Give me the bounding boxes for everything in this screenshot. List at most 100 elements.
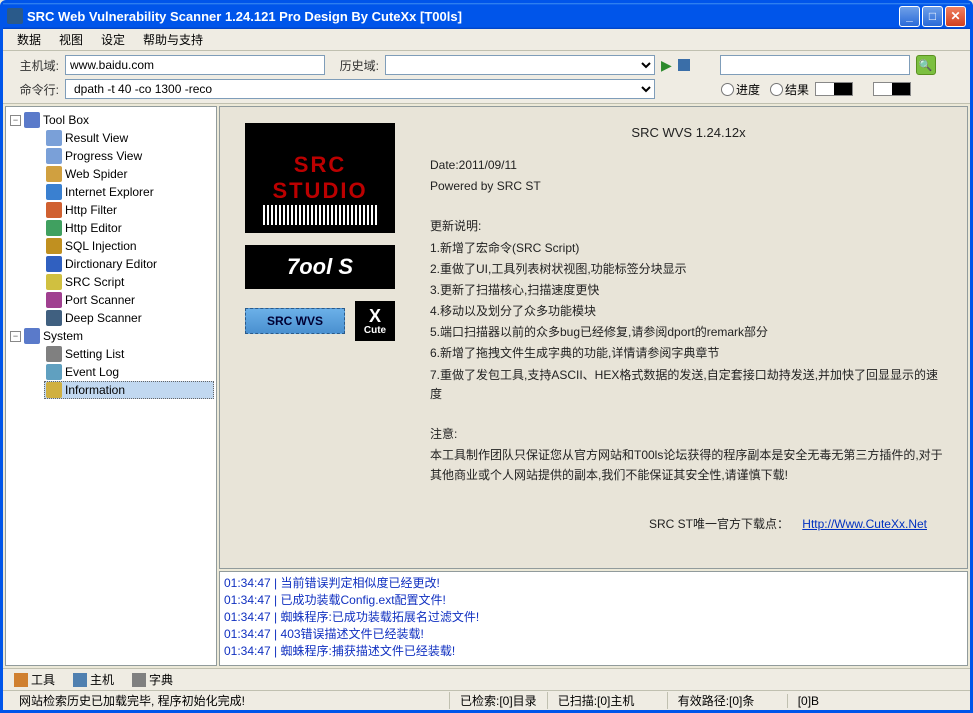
cmd-combo[interactable]: dpath -t 40 -co 1300 -reco [65,79,655,99]
menu-view[interactable]: 视图 [51,29,91,50]
download-label: SRC ST唯一官方下载点： [649,517,789,531]
search-input[interactable] [720,55,910,75]
spider-icon [46,166,62,182]
tools-logo: 7ool S [245,245,395,289]
log-panel[interactable]: 01:34:47 | 当前错误判定相似度已经更改! 01:34:47 | 已成功… [219,571,968,666]
content-area: SRC STUDIO 7ool S SRC WVS XCute SRC WVS … [217,104,970,668]
status-searched: 已检索:[0]目录 [449,692,547,709]
app-window: SRC Web Vulnerability Scanner 1.24.121 P… [0,0,973,713]
editor-icon [46,220,62,236]
notice-header: 注意: [430,425,947,444]
info-date: Date:2011/09/11 [430,156,947,175]
update-4: 4.移动以及划分了众多功能模块 [430,302,947,321]
nav-tools[interactable]: 工具 [7,668,62,691]
close-button[interactable]: ✕ [945,6,966,27]
log-line: 01:34:47 | 当前错误判定相似度已经更改! [224,574,963,591]
filter-icon [46,202,62,218]
update-7: 7.重做了发包工具,支持ASCII、HEX格式数据的发送,自定套接口劫持发送,并… [430,366,947,404]
log-line: 01:34:47 | 已成功装载Config.ext配置文件! [224,591,963,608]
toolbox-icon [24,112,40,128]
titlebar[interactable]: SRC Web Vulnerability Scanner 1.24.121 P… [3,3,970,29]
update-1: 1.新增了宏命令(SRC Script) [430,239,947,258]
tree-src-script[interactable]: SRC Script [44,273,214,291]
window-controls: _ □ ✕ [899,6,966,27]
expand-icon[interactable]: − [10,115,21,126]
tree-http-filter[interactable]: Http Filter [44,201,214,219]
menu-data[interactable]: 数据 [9,29,49,50]
nav-dict[interactable]: 字典 [125,668,180,691]
menu-help[interactable]: 帮助与支持 [135,29,211,50]
port-icon [46,292,62,308]
minimize-button[interactable]: _ [899,6,920,27]
tree-web-spider[interactable]: Web Spider [44,165,214,183]
barcode-icon [263,205,377,225]
update-header: 更新说明: [430,217,947,236]
script-icon [46,274,62,290]
tree-deep-scanner[interactable]: Deep Scanner [44,309,214,327]
dict-icon [46,256,62,272]
radio-progress[interactable]: 进度 [721,81,760,98]
status-paths: 有效路径:[0]条 [667,692,787,709]
info-icon [46,382,62,398]
src-wvs-logo: SRC WVS [245,308,345,334]
play-button[interactable]: ▶ [661,57,672,74]
menu-settings[interactable]: 设定 [93,29,133,50]
tree-information[interactable]: Information [44,381,214,399]
tree-progress-view[interactable]: Progress View [44,147,214,165]
deep-icon [46,310,62,326]
tree-toolbox[interactable]: − Tool Box [8,111,214,129]
tree-dict-editor[interactable]: Dirctionary Editor [44,255,214,273]
progress-swatch-1 [815,82,853,96]
expand-icon[interactable]: − [10,331,21,342]
tree-sql-injection[interactable]: SQL Injection [44,237,214,255]
ie-icon [46,184,62,200]
status-bytes: [0]B [787,694,829,708]
status-scanned: 已扫描:[0]主机 [547,692,667,709]
info-text: SRC WVS 1.24.12x Date:2011/09/11 Powered… [430,123,947,534]
host-input[interactable] [65,55,325,75]
stop-button[interactable] [678,59,690,71]
src-studio-logo: SRC STUDIO [245,123,395,233]
update-2: 2.重做了UI,工具列表树状视图,功能标签分块显示 [430,260,947,279]
info-title: SRC WVS 1.24.12x [430,123,947,144]
notice-text: 本工具制作团队只保证您从官方网站和T00ls论坛获得的程序副本是安全无毒无第三方… [430,446,947,484]
download-link[interactable]: Http://Www.CuteXx.Net [802,517,927,531]
tree-system[interactable]: − System [8,327,214,345]
maximize-button[interactable]: □ [922,6,943,27]
sidebar-tree[interactable]: − Tool Box Result View Progress View Web… [5,106,217,666]
logo-column: SRC STUDIO 7ool S SRC WVS XCute [240,123,400,534]
host-label: 主机域: [11,57,59,74]
update-6: 6.新增了拖拽文件生成字典的功能,详情请参阅字典章节 [430,344,947,363]
app-icon [7,8,23,24]
system-icon [24,328,40,344]
progress-swatch-2 [873,82,911,96]
tree-event-log[interactable]: Event Log [44,363,214,381]
setting-icon [46,346,62,362]
progress-icon [46,148,62,164]
log-line: 01:34:47 | 403错误描述文件已经装载! [224,625,963,642]
nav-host[interactable]: 主机 [66,668,121,691]
bottom-nav: 工具 主机 字典 [3,668,970,690]
history-label: 历史域: [331,57,379,74]
host-icon [73,673,87,687]
statusbar: 网站检索历史已加载完毕, 程序初始化完成! 已检索:[0]目录 已扫描:[0]主… [3,690,970,710]
tree-http-editor[interactable]: Http Editor [44,219,214,237]
menubar: 数据 视图 设定 帮助与支持 [3,29,970,51]
status-message: 网站检索历史已加载完毕, 程序初始化完成! [9,692,449,709]
search-button[interactable]: 🔍 [916,55,936,75]
tree-result-view[interactable]: Result View [44,129,214,147]
history-combo[interactable] [385,55,655,75]
result-icon [46,130,62,146]
info-powered: Powered by SRC ST [430,177,947,196]
radio-result[interactable]: 结果 [770,81,809,98]
log-icon [46,364,62,380]
update-3: 3.更新了扫描核心,扫描速度更快 [430,281,947,300]
wrench-icon [14,673,28,687]
log-line: 01:34:47 | 蜘蛛程序:已成功装载拓展名过滤文件! [224,608,963,625]
tree-setting-list[interactable]: Setting List [44,345,214,363]
tree-port-scanner[interactable]: Port Scanner [44,291,214,309]
window-title: SRC Web Vulnerability Scanner 1.24.121 P… [27,9,462,24]
tree-ie[interactable]: Internet Explorer [44,183,214,201]
update-5: 5.端口扫描器以前的众多bug已经修复,请参阅dport的remark部分 [430,323,947,342]
dict-icon [132,673,146,687]
